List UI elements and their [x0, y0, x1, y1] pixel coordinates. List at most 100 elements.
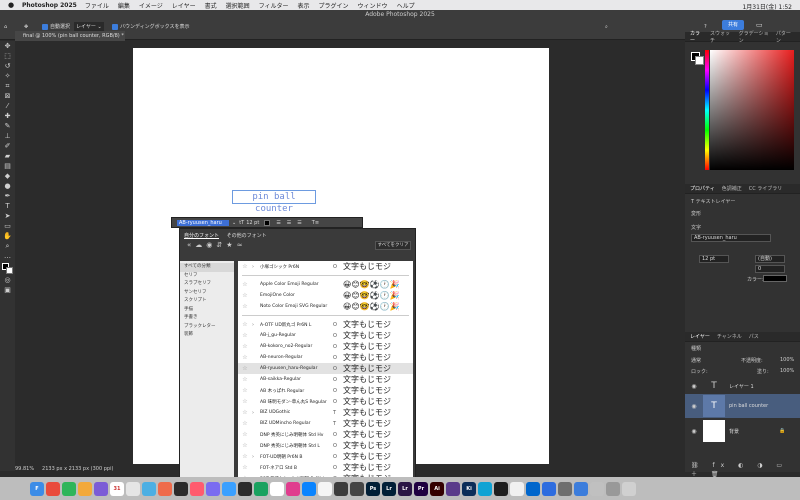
- eye-icon[interactable]: ◉: [685, 428, 703, 435]
- eye-icon[interactable]: ◉: [685, 403, 703, 410]
- star-icon[interactable]: ☆: [238, 376, 252, 383]
- apple-icon[interactable]: ●: [8, 1, 14, 9]
- layer-select-dropdown[interactable]: レイヤー ⌄: [74, 22, 104, 31]
- dock-app-icon[interactable]: [478, 481, 492, 496]
- expand-icon[interactable]: ›: [252, 410, 260, 416]
- dock-app-icon[interactable]: Ki: [462, 481, 476, 496]
- dock-app-icon[interactable]: [302, 481, 316, 496]
- menu-layer[interactable]: レイヤー: [172, 1, 196, 10]
- font-row[interactable]: ☆ AB-kokoro_no2-Regular O 文字もじモジ: [238, 341, 413, 352]
- star-icon[interactable]: ☆: [238, 281, 252, 288]
- dock-app-icon[interactable]: [238, 481, 252, 496]
- layer-filter[interactable]: 種類: [691, 345, 701, 352]
- hue-slider[interactable]: [705, 50, 709, 170]
- dock-app-icon[interactable]: [446, 481, 460, 496]
- font-family-input[interactable]: AB-ryuusen_haru: [177, 219, 229, 226]
- font-row[interactable]: ☆ AB 味明モダン-草ん丸S Regular O 文字もじモジ: [238, 396, 413, 407]
- hand-icon[interactable]: ✋: [0, 231, 15, 241]
- bounding-box-checkbox[interactable]: バウンディングボックスを表示: [112, 22, 190, 31]
- dock-app-icon[interactable]: [206, 481, 220, 496]
- star-icon[interactable]: ☆: [238, 303, 252, 310]
- layer-row[interactable]: ◉ Tpin ball counter: [685, 394, 800, 418]
- tab-gradient[interactable]: グラデーション: [739, 30, 769, 44]
- screen-mode-icon[interactable]: ▣: [0, 285, 15, 295]
- magic-wand-icon[interactable]: ✧: [0, 71, 15, 81]
- lasso-icon[interactable]: ↺: [0, 61, 15, 71]
- font-row[interactable]: ☆ › A-OTF UD新丸ゴ Pr6N L O 文字もじモジ: [238, 319, 413, 330]
- menu-plugins[interactable]: プラグイン: [319, 1, 349, 10]
- font-row[interactable]: ☆ › FOT-UD明朝 Pr6N B O 文字もじモジ: [238, 451, 413, 462]
- tab-channels[interactable]: チャンネル: [717, 333, 742, 340]
- dock-app-icon[interactable]: [126, 481, 140, 496]
- clear-all-button[interactable]: すべてをクリア: [375, 241, 411, 250]
- font-row[interactable]: ☆ AB 木っぱれ Regular O 文字もじモジ: [238, 385, 413, 396]
- opacity-field[interactable]: 100%: [780, 357, 794, 363]
- home-icon[interactable]: ⌂: [4, 22, 7, 31]
- star-icon[interactable]: ☆: [238, 409, 252, 416]
- star-icon[interactable]: ☆: [238, 354, 252, 361]
- dock-app-icon[interactable]: [574, 481, 588, 496]
- star-icon[interactable]: ☆: [238, 420, 252, 427]
- star-icon[interactable]: ☆: [238, 343, 252, 350]
- star-icon[interactable]: ☆: [238, 442, 252, 449]
- menu-file[interactable]: ファイル: [85, 1, 109, 10]
- tab-my-fonts[interactable]: 自分のフォント: [184, 233, 219, 239]
- crop-icon[interactable]: ⌗: [0, 81, 15, 91]
- menu-select[interactable]: 選択範囲: [226, 1, 250, 10]
- font-row[interactable]: ☆ › 小塚ゴシック Pr6N O 文字もじモジ: [238, 261, 413, 272]
- properties-tracking-field[interactable]: 0: [755, 265, 785, 273]
- star-icon[interactable]: ☆: [238, 365, 252, 372]
- menu-type[interactable]: 書式: [205, 1, 217, 10]
- more-tools-icon[interactable]: …: [0, 251, 15, 261]
- expand-icon[interactable]: ›: [252, 322, 260, 328]
- type-icon[interactable]: T: [0, 201, 15, 211]
- dock-app-icon[interactable]: [270, 481, 284, 496]
- dock-app-icon[interactable]: [94, 481, 108, 496]
- favorite-icon[interactable]: ★: [226, 241, 236, 249]
- tab-other-fonts[interactable]: その他のフォント: [227, 233, 267, 239]
- font-row[interactable]: ☆ AB-saikka-Regular O 文字もじモジ: [238, 374, 413, 385]
- color-field[interactable]: [710, 50, 794, 170]
- dock-app-icon[interactable]: [494, 481, 508, 496]
- dock-app-icon[interactable]: [78, 481, 92, 496]
- tab-libraries[interactable]: CC ライブラリ: [749, 185, 783, 192]
- star-icon[interactable]: ☆: [238, 292, 252, 299]
- star-icon[interactable]: ☆: [238, 332, 252, 339]
- dock-app-icon[interactable]: [142, 481, 156, 496]
- dock-app-icon[interactable]: Ps: [366, 481, 380, 496]
- tab-color[interactable]: カラー: [690, 30, 703, 44]
- pen-icon[interactable]: ✒: [0, 191, 15, 201]
- category-item[interactable]: 装飾: [180, 331, 234, 340]
- dock-app-icon[interactable]: [46, 481, 60, 496]
- chevron-down-icon[interactable]: ⌄: [232, 220, 236, 226]
- star-icon[interactable]: ☆: [238, 453, 252, 460]
- menu-edit[interactable]: 編集: [118, 1, 130, 10]
- blend-mode-dropdown[interactable]: 通常: [691, 357, 701, 364]
- dock-app-icon[interactable]: [510, 481, 524, 496]
- rectangle-icon[interactable]: ▭: [0, 221, 15, 231]
- align-left-icon[interactable]: ☰: [276, 220, 280, 226]
- properties-size-field[interactable]: 12 pt: [699, 255, 729, 263]
- font-row[interactable]: ☆ AB-neuron-Regular O 文字もじモジ: [238, 352, 413, 363]
- eye-icon[interactable]: ◉: [685, 383, 703, 390]
- dock-app-icon[interactable]: [334, 481, 348, 496]
- eraser-icon[interactable]: ▰: [0, 151, 15, 161]
- category-item[interactable]: セリフ: [180, 272, 234, 281]
- category-item[interactable]: スラブセリフ: [180, 280, 234, 289]
- menu-window[interactable]: ウィンドウ: [358, 1, 388, 10]
- dock-app-icon[interactable]: [542, 481, 556, 496]
- move-icon[interactable]: ✥: [0, 41, 15, 51]
- dock-app-icon[interactable]: [254, 481, 268, 496]
- dock-app-icon[interactable]: [350, 481, 364, 496]
- category-item[interactable]: 手描: [180, 306, 234, 315]
- expand-icon[interactable]: ›: [252, 264, 260, 270]
- star-icon[interactable]: ☆: [238, 321, 252, 328]
- font-row[interactable]: ☆ Noto Color Emoji SVG Regular 😀😊🤓⚽🕐🎉: [238, 301, 413, 312]
- dock-app-icon[interactable]: Pr: [414, 481, 428, 496]
- align-center-icon[interactable]: ☰: [287, 220, 291, 226]
- font-row[interactable]: ☆ AB-ryuusen_haru-Regular O 文字もじモジ: [238, 363, 413, 374]
- quick-mask-icon[interactable]: ◎: [0, 275, 15, 285]
- tab-pattern[interactable]: パターン: [776, 30, 793, 44]
- menu-image[interactable]: イメージ: [139, 1, 163, 10]
- dock-app-icon[interactable]: [558, 481, 572, 496]
